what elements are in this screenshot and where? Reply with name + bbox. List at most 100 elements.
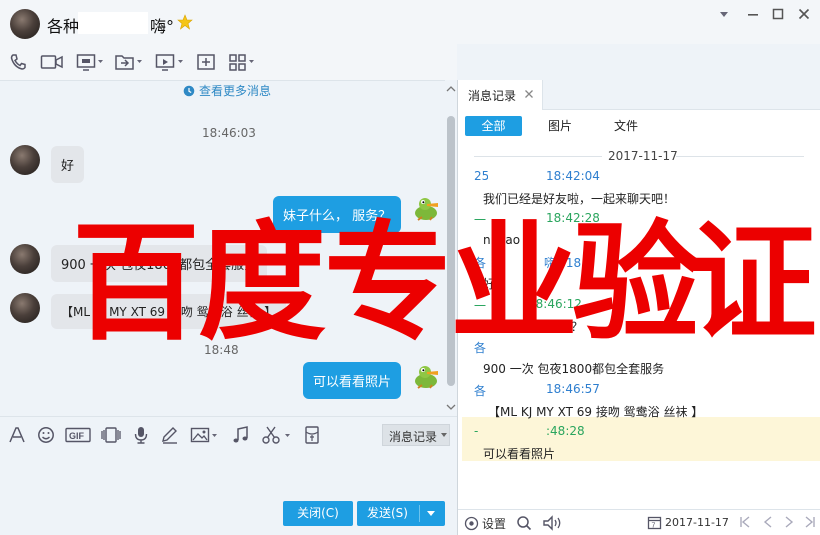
message-history-button[interactable]: 消息记录 [382, 424, 450, 446]
speaker-icon[interactable] [542, 515, 564, 531]
entry-text: 我们已经是好友啦，一起来聊天吧！ [483, 192, 676, 206]
name-redaction [78, 12, 148, 34]
chevron-down-icon [440, 431, 448, 439]
entry-time: 18:42:28 [546, 211, 600, 225]
filter-all[interactable]: 全部 [465, 116, 522, 136]
message-history-panel: 消息记录 全部 图片 文件 2017-11-17 25 18:42:04 我们已… [457, 80, 820, 535]
maximize-icon[interactable] [770, 6, 786, 22]
message-bubble-incoming[interactable]: 好 [51, 146, 85, 183]
send-button[interactable]: 发送(S) [357, 501, 445, 526]
message-bubble-outgoing[interactable]: 可以看看照片 [303, 362, 402, 399]
next-page-icon[interactable] [782, 515, 796, 529]
avatar[interactable] [10, 145, 40, 175]
chat-message-area[interactable]: 查看更多消息 18:46:03 好 妹子什么， 服务？ 900 一次 包夜180… [0, 80, 445, 416]
microphone-icon[interactable] [132, 425, 150, 445]
message-bubble-incoming[interactable]: 【ML KJ MY XT 69 接吻 鸳鸯浴 丝袜 】 [51, 294, 287, 329]
entry-sender: 一 [474, 299, 487, 313]
scroll-up-icon[interactable] [446, 84, 456, 94]
search-icon[interactable] [516, 515, 532, 531]
edit-icon[interactable] [160, 425, 180, 445]
scrollbar-thumb[interactable] [447, 116, 455, 386]
entry-time: 18:46:12 [528, 297, 582, 311]
close-icon[interactable] [796, 6, 812, 22]
entry-sender: 25 [474, 169, 490, 183]
message-timestamp: 18:46:03 [202, 126, 256, 140]
filter-images[interactable]: 图片 [536, 116, 584, 136]
entry-sender: 各 [474, 384, 487, 398]
contact-avatar[interactable] [10, 9, 40, 39]
contact-name-suffix: 嗨° [150, 17, 175, 36]
minimize-icon[interactable] [745, 6, 761, 22]
entry-sender: 一 [474, 213, 487, 227]
entry-time: :48:28 [546, 424, 585, 438]
scroll-down-icon[interactable] [446, 402, 456, 412]
font-icon[interactable] [8, 425, 26, 445]
sender-redaction [486, 297, 526, 313]
chat-scrollbar[interactable] [445, 80, 457, 416]
more-messages-label: 查看更多消息 [199, 84, 272, 98]
avatar[interactable] [10, 244, 40, 274]
close-button[interactable]: 关闭(C) [283, 501, 353, 526]
entry-sender: 各 [474, 341, 487, 355]
entry-text: 可以看看照片 [483, 447, 556, 461]
entry-text: 【ML KJ MY XT 69 接吻 鸳鸯浴 丝袜 】 [488, 405, 704, 419]
entry-sender: 各 [474, 256, 487, 270]
phone-icon[interactable] [8, 52, 28, 72]
message-bubble-outgoing[interactable]: 妹子什么， 服务？ [273, 196, 402, 233]
date-divider [474, 156, 602, 157]
history-tab-bar: 消息记录 [458, 80, 820, 110]
tab-message-history[interactable]: 消息记录 [458, 80, 544, 110]
music-icon[interactable] [231, 425, 251, 445]
duck-avatar-icon[interactable] [412, 362, 442, 392]
settings-label: 设置 [482, 517, 507, 531]
date-divider [676, 156, 804, 157]
last-page-icon[interactable] [803, 515, 817, 529]
file-transfer-icon[interactable] [114, 52, 144, 72]
sender-redaction [486, 254, 542, 270]
screen-share-icon[interactable] [76, 52, 104, 72]
send-options-icon[interactable] [427, 511, 435, 517]
entry-time: 18:42:04 [546, 169, 600, 183]
remote-desktop-icon[interactable] [155, 52, 185, 72]
image-icon[interactable] [190, 425, 220, 445]
message-input-area[interactable]: GIF 消息记录 关闭(C) 发送(S) [0, 416, 457, 535]
calendar-button[interactable]: 7 2017-11-17 [647, 515, 729, 530]
entry-time: 18:46:57 [546, 382, 600, 396]
scissors-icon[interactable] [261, 425, 293, 445]
add-app-icon[interactable] [196, 52, 216, 72]
settings-button[interactable]: 设置 [464, 515, 506, 532]
more-messages-link[interactable]: 查看更多消息 [183, 82, 271, 99]
duck-avatar-icon[interactable] [412, 194, 442, 224]
svg-text:GIF: GIF [69, 431, 85, 441]
red-packet-icon[interactable] [303, 425, 321, 445]
sender-redaction [484, 424, 544, 440]
tab-label: 消息记录 [468, 89, 517, 103]
sender-redaction [486, 211, 542, 227]
history-log[interactable]: 2017-11-17 25 18:42:04 我们已经是好友啦，一起来聊天吧！ … [458, 142, 820, 509]
star-icon[interactable] [177, 14, 193, 30]
apps-grid-icon[interactable] [228, 52, 258, 72]
first-page-icon[interactable] [738, 515, 752, 529]
contact-name[interactable]: 各种 [47, 13, 79, 37]
message-history-label: 消息记录 [389, 430, 438, 444]
calendar-icon: 7 [647, 515, 662, 530]
avatar[interactable] [10, 293, 40, 323]
entry-sender: - [474, 424, 479, 438]
emoji-icon[interactable] [37, 425, 55, 445]
shake-icon[interactable] [100, 425, 122, 445]
calendar-date: 2017-11-17 [665, 516, 729, 529]
entry-text: 900 一次 包夜1800都包全套服务 [483, 362, 665, 376]
filter-files[interactable]: 文件 [602, 116, 650, 136]
message-bubble-incoming[interactable]: 900 一次 包夜1800都包全套服务 [51, 245, 268, 282]
send-label: 发送(S) [367, 506, 408, 520]
chevron-down-icon[interactable] [716, 6, 732, 22]
video-camera-icon[interactable] [40, 52, 64, 72]
close-tab-icon[interactable] [524, 89, 534, 110]
history-filter-bar: 全部 图片 文件 [458, 110, 820, 142]
title-bar: 各种 嗨° [0, 0, 820, 44]
message-timestamp: 18:48 [204, 343, 239, 357]
prev-page-icon[interactable] [761, 515, 775, 529]
chat-toolbar [0, 44, 457, 80]
gif-icon[interactable]: GIF [65, 425, 91, 445]
send-divider [419, 505, 420, 522]
